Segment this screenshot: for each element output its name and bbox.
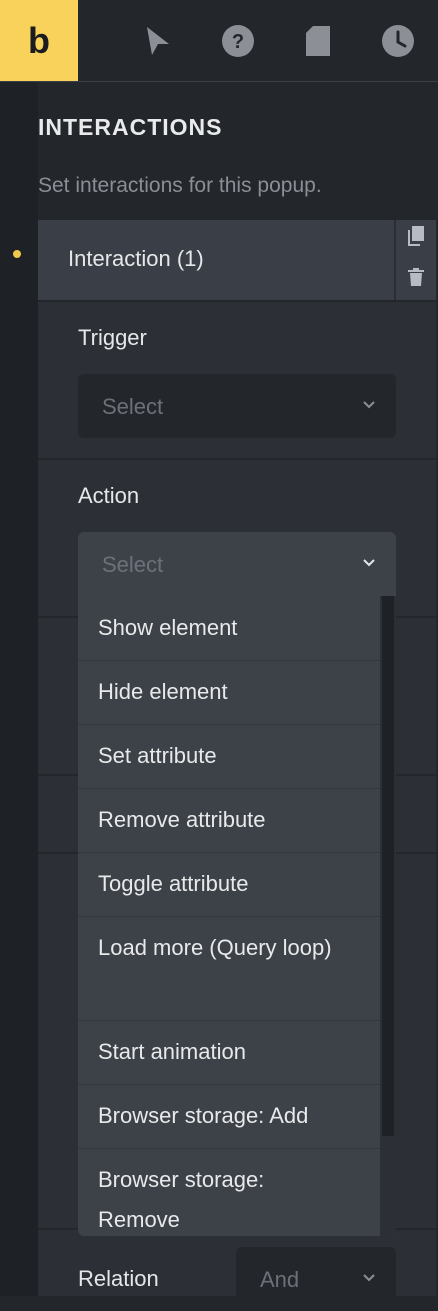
dropdown-option-label: Hide element <box>98 679 228 704</box>
left-rail <box>0 82 38 1296</box>
interaction-header[interactable]: Interaction (1) <box>38 220 396 300</box>
svg-text:?: ? <box>232 31 244 53</box>
dropdown-option-label: Load more (Query loop) <box>98 935 332 960</box>
dropdown-option-start-animation[interactable]: Start animation <box>78 1020 380 1085</box>
chevron-down-icon <box>363 559 375 567</box>
divider <box>38 300 436 302</box>
dropdown-option-browser-storage-add[interactable]: Browser storage: Add <box>78 1084 380 1149</box>
interaction-actions <box>396 220 436 300</box>
relation-select-value: And <box>260 1267 300 1292</box>
trash-icon[interactable] <box>408 268 424 286</box>
dropdown-option-show-element[interactable]: Show element <box>78 596 380 661</box>
chevron-down-icon <box>363 1274 375 1282</box>
relation-select[interactable]: And <box>236 1247 396 1311</box>
active-indicator-dot <box>13 250 21 258</box>
dropdown-option-label: Browser storage: Add <box>98 1103 309 1128</box>
section-title: INTERACTIONS <box>38 114 223 140</box>
interaction-header-label: Interaction (1) <box>68 246 204 271</box>
dropdown-option-browser-storage-remove[interactable]: Browser storage: Remove <box>78 1148 380 1236</box>
action-select-placeholder: Select <box>102 552 164 577</box>
dropdown-option-label: Start animation <box>98 1039 246 1064</box>
dropdown-option-remove-attribute[interactable]: Remove attribute <box>78 788 380 853</box>
dropdown-option-label: Set attribute <box>98 743 217 768</box>
copy-icon[interactable] <box>408 226 424 246</box>
trigger-select-placeholder: Select <box>102 394 164 419</box>
cursor-icon[interactable] <box>141 24 175 58</box>
history-icon[interactable] <box>381 24 415 58</box>
dropdown-option-label: Show element <box>98 615 238 640</box>
action-select[interactable]: Select <box>78 532 396 596</box>
trigger-select[interactable]: Select <box>78 374 396 438</box>
dropdown-scrollbar[interactable] <box>380 596 396 1236</box>
top-toolbar: b ? <box>0 0 438 82</box>
dropdown-option-label: Browser storage: Remove <box>98 1167 265 1232</box>
dropdown-option-label: Remove attribute <box>98 807 266 832</box>
section-subtitle: Set interactions for this popup. <box>38 174 322 197</box>
action-label: Action <box>78 483 140 508</box>
dropdown-option-set-attribute[interactable]: Set attribute <box>78 724 380 789</box>
page-icon[interactable] <box>302 24 336 58</box>
relation-label: Relation <box>78 1266 159 1291</box>
trigger-label: Trigger <box>78 325 147 350</box>
dropdown-scrollbar-thumb[interactable] <box>382 596 394 1136</box>
help-icon[interactable]: ? <box>221 24 255 58</box>
logo[interactable]: b <box>0 0 78 81</box>
chevron-down-icon <box>363 401 375 409</box>
dropdown-option-label: Toggle attribute <box>98 871 249 896</box>
action-dropdown: Show element Hide element Set attribute … <box>78 596 396 1236</box>
dropdown-option-load-more[interactable]: Load more (Query loop) <box>78 916 380 1021</box>
dropdown-option-toggle-attribute[interactable]: Toggle attribute <box>78 852 380 917</box>
divider <box>38 458 436 460</box>
logo-letter: b <box>28 20 50 61</box>
dropdown-option-hide-element[interactable]: Hide element <box>78 660 380 725</box>
